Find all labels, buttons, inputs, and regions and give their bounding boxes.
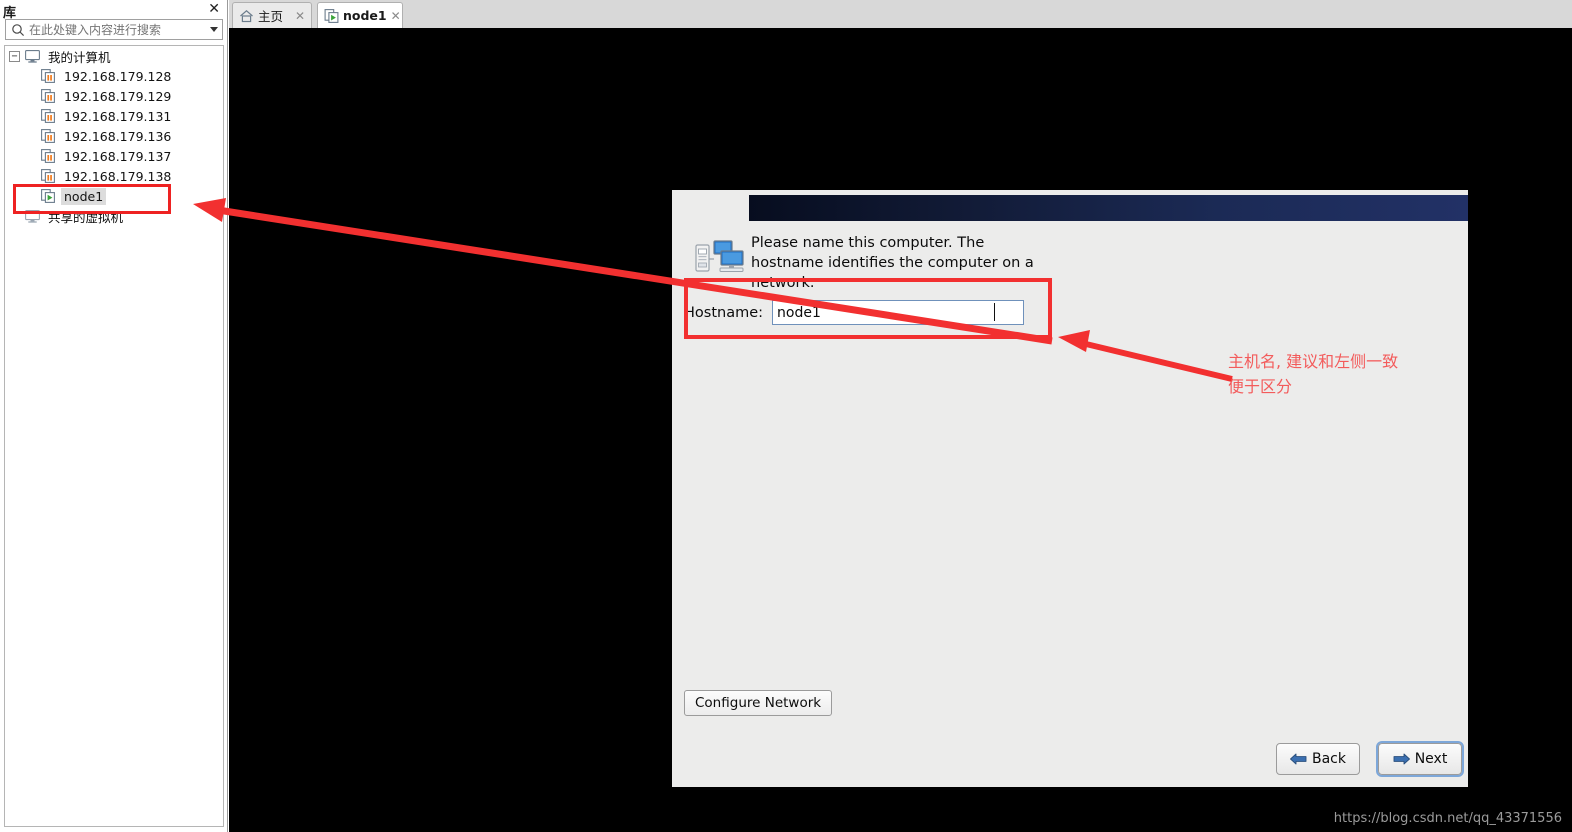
home-icon <box>239 9 254 23</box>
dialog-banner <box>749 195 1468 221</box>
expander-icon[interactable]: − <box>9 50 20 62</box>
tree-item-shared-vms[interactable]: 共享的虚拟机 <box>5 206 223 226</box>
arrow-left-icon <box>1290 752 1307 766</box>
tree-item-label: 192.168.179.137 <box>64 148 172 164</box>
vm-suspended-icon <box>41 69 55 83</box>
installer-dialog: Please name this computer. The hostname … <box>672 190 1468 787</box>
arrow-right-icon <box>1393 752 1410 766</box>
tree-item-vm[interactable]: 192.168.179.131 <box>5 106 223 126</box>
watermark: https://blog.csdn.net/qq_43371556 <box>1333 811 1562 826</box>
tab-node1[interactable]: node1 ✕ <box>317 2 403 28</box>
tree-item-label: 192.168.179.136 <box>64 128 172 144</box>
vm-running-icon <box>324 8 339 23</box>
search-icon <box>11 23 25 37</box>
tree-root-label: 我的计算机 <box>48 49 111 65</box>
vm-running-icon <box>41 189 55 203</box>
tree-item-vm[interactable]: 192.168.179.128 <box>5 66 223 86</box>
vm-suspended-icon <box>41 109 55 123</box>
tree-item-vm[interactable]: 192.168.179.137 <box>5 146 223 166</box>
next-label: Next <box>1414 751 1448 767</box>
library-panel: 库 ✕ − <box>0 0 228 832</box>
close-icon[interactable]: ✕ <box>391 9 401 23</box>
close-icon[interactable]: ✕ <box>208 1 220 17</box>
vm-suspended-icon <box>41 89 55 103</box>
back-label: Back <box>1312 751 1346 767</box>
hostname-label: Hostname: <box>684 304 764 321</box>
hostname-input[interactable] <box>772 300 1025 325</box>
tree-item-label: 192.168.179.131 <box>64 108 172 124</box>
monitor-icon <box>25 49 40 63</box>
text-cursor <box>994 303 995 321</box>
chevron-down-icon[interactable] <box>206 20 222 39</box>
vm-suspended-icon <box>41 149 55 163</box>
monitor-icon <box>25 209 40 223</box>
library-tree[interactable]: − 我的计算机 192.168.179.128 192.168.179.129 … <box>4 45 224 827</box>
tree-root-my-computer[interactable]: − 我的计算机 <box>5 46 223 66</box>
tree-item-label: 192.168.179.138 <box>64 168 172 184</box>
annotation-note-text: 主机名, 建议和左侧一致 便于区分 <box>1228 352 1399 396</box>
dialog-instruction-text: Please name this computer. The hostname … <box>751 235 1034 291</box>
search-box[interactable] <box>5 19 223 40</box>
tree-item-vm[interactable]: 192.168.179.129 <box>5 86 223 106</box>
tree-item-vm[interactable]: 192.168.179.138 <box>5 166 223 186</box>
tree-item-node1[interactable]: node1 <box>5 186 223 206</box>
vm-suspended-icon <box>41 129 55 143</box>
tree-item-vm[interactable]: 192.168.179.136 <box>5 126 223 146</box>
configure-network-button[interactable]: Configure Network <box>684 690 833 716</box>
tree-item-label: 192.168.179.129 <box>64 88 172 104</box>
search-input[interactable] <box>29 22 206 37</box>
app-window: 库 ✕ − <box>0 0 1572 832</box>
tab-label: 主页 <box>258 9 284 24</box>
close-icon[interactable]: ✕ <box>295 9 305 23</box>
tree-item-label: 共享的虚拟机 <box>48 209 124 225</box>
back-button[interactable]: Back <box>1276 743 1360 775</box>
tab-home[interactable]: 主页 ✕ <box>232 2 312 28</box>
next-button[interactable]: Next <box>1376 741 1464 777</box>
tab-label: node1 <box>343 8 387 23</box>
hostname-row: Hostname: <box>684 300 1025 325</box>
computer-network-icon <box>695 239 745 275</box>
tree-item-label: 192.168.179.128 <box>64 68 172 84</box>
tab-bar: 主页 ✕ node1 ✕ <box>229 0 1572 28</box>
tree-item-label: node1 <box>61 187 107 205</box>
vm-suspended-icon <box>41 169 55 183</box>
